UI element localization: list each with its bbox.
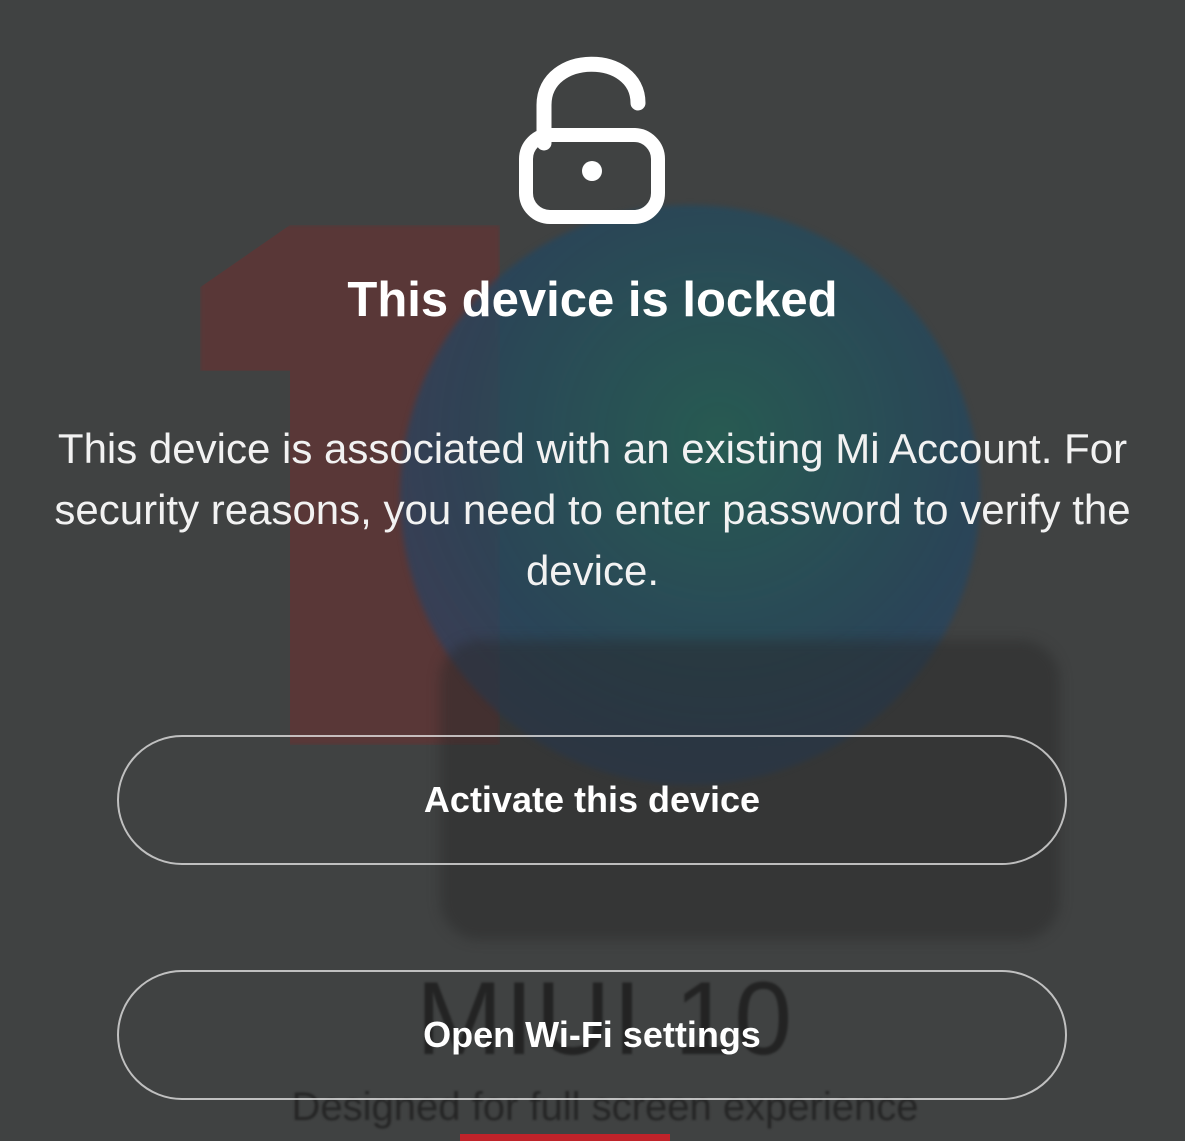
accent-bar: [460, 1134, 670, 1141]
activate-device-button[interactable]: Activate this device: [117, 735, 1067, 865]
unlocked-padlock-icon: [519, 56, 665, 224]
page-title: This device is locked: [347, 273, 838, 327]
open-wifi-settings-label: Open Wi-Fi settings: [423, 1014, 761, 1055]
activate-device-label: Activate this device: [423, 779, 761, 820]
lock-message: This device is associated with an existi…: [54, 425, 1131, 594]
open-wifi-settings-button[interactable]: Open Wi-Fi settings: [117, 970, 1067, 1100]
